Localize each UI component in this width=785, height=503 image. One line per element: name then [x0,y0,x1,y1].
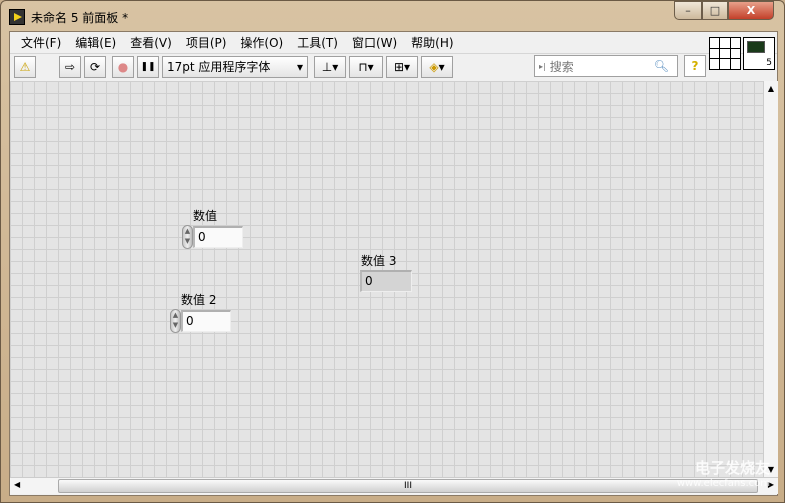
distribute-icon: ⊓ [358,59,368,74]
numeric-3-label: 数值 3 [361,254,397,268]
run-continuously-button[interactable]: ⟳ [84,55,106,78]
numeric-2-label: 数值 2 [181,293,217,307]
distribute-objects-button[interactable]: ⊓ ▾ [349,55,383,78]
numeric-2-control[interactable]: ▲ ▼ 0 [170,309,231,333]
front-panel-canvas[interactable]: 数值 ▲ ▼ 0 数值 2 ▲ ▼ 0 数值 3 0 [10,81,763,477]
labview-icon [9,9,25,25]
window: 未命名 5 前面板 * – □ X 文件(F) 编辑(E) 查看(V) 项目(P… [0,0,785,503]
align-icon: ⊥ [321,59,333,74]
minimize-button[interactable]: – [674,1,702,20]
numeric-input[interactable]: 0 [193,226,243,248]
numeric-2-input[interactable]: 0 [181,310,231,332]
connector-pane[interactable] [709,37,741,70]
title-bar: 未命名 5 前面板 * [9,7,128,27]
increment-decrement-arrows[interactable]: ▲ ▼ [170,309,181,333]
chevron-down-icon: ▾ [296,59,303,74]
resize-icon: ⊞ [393,59,405,74]
menu-help[interactable]: 帮助(H) [404,34,460,51]
align-objects-button[interactable]: ⊥ ▾ [314,55,346,78]
window-title: 未命名 5 前面板 * [31,10,129,25]
reorder-button[interactable]: ◈ ▾ [421,55,453,78]
chevron-down-icon: ▾ [367,59,374,74]
warning-icon[interactable]: ⚠ [14,55,36,78]
menu-project[interactable]: 项目(P) [179,34,234,51]
numeric-3-value: 0 [360,270,412,292]
font-value: 17pt 应用程序字体 [167,60,271,74]
font-select[interactable]: 17pt 应用程序字体 ▾ [162,55,308,78]
search-options-icon: ▸| [539,61,546,71]
context-help-button[interactable]: ? [684,55,706,77]
resize-objects-button[interactable]: ⊞ ▾ [386,55,418,78]
numeric-3-indicator: 0 [360,270,412,292]
menu-edit[interactable]: 编辑(E) [68,34,123,51]
menu-tools[interactable]: 工具(T) [290,34,345,51]
menu-operate[interactable]: 操作(O) [233,34,290,51]
chevron-down-icon: ▾ [438,59,445,74]
menu-bar: 文件(F) 编辑(E) 查看(V) 项目(P) 操作(O) 工具(T) 窗口(W… [10,32,777,53]
chevron-down-icon: ▾ [404,59,411,74]
numeric-control[interactable]: ▲ ▼ 0 [182,225,243,249]
abort-button[interactable]: ● [112,55,134,78]
watermark-url: www.elecfans.com [676,478,770,489]
vi-icon[interactable]: 5 [743,37,775,70]
search-input[interactable]: ▸| 搜索 🔍︎ [534,55,678,77]
watermark-text: 电子发烧友 [694,459,770,477]
scroll-thumb[interactable]: III [58,479,758,493]
search-placeholder: 搜索 [549,59,574,74]
run-button[interactable]: ⇨ [59,55,81,78]
scroll-left-arrow[interactable]: ◀ [14,480,20,489]
pause-button[interactable]: ❚❚ [137,55,159,78]
horizontal-scrollbar[interactable]: ◀ III ▶ [10,477,778,494]
scroll-up-arrow[interactable]: ▲ [764,84,778,93]
menu-view[interactable]: 查看(V) [123,34,179,51]
close-button[interactable]: X [728,1,774,20]
vi-icon-number: 5 [766,58,772,68]
chevron-down-icon: ▾ [332,59,339,74]
vertical-scrollbar[interactable]: ▲ ▼ [763,81,778,477]
watermark: 电子发烧友 www.elecfans.com [677,460,770,492]
maximize-button[interactable]: □ [702,1,728,20]
reorder-icon: ◈ [429,59,439,74]
menu-file[interactable]: 文件(F) [14,34,68,51]
menu-window[interactable]: 窗口(W) [345,34,404,51]
front-panel-window: 文件(F) 编辑(E) 查看(V) 项目(P) 操作(O) 工具(T) 窗口(W… [9,31,778,496]
increment-decrement-arrows[interactable]: ▲ ▼ [182,225,193,249]
search-icon[interactable]: 🔍︎ [654,59,669,73]
numeric-label: 数值 [193,209,218,223]
